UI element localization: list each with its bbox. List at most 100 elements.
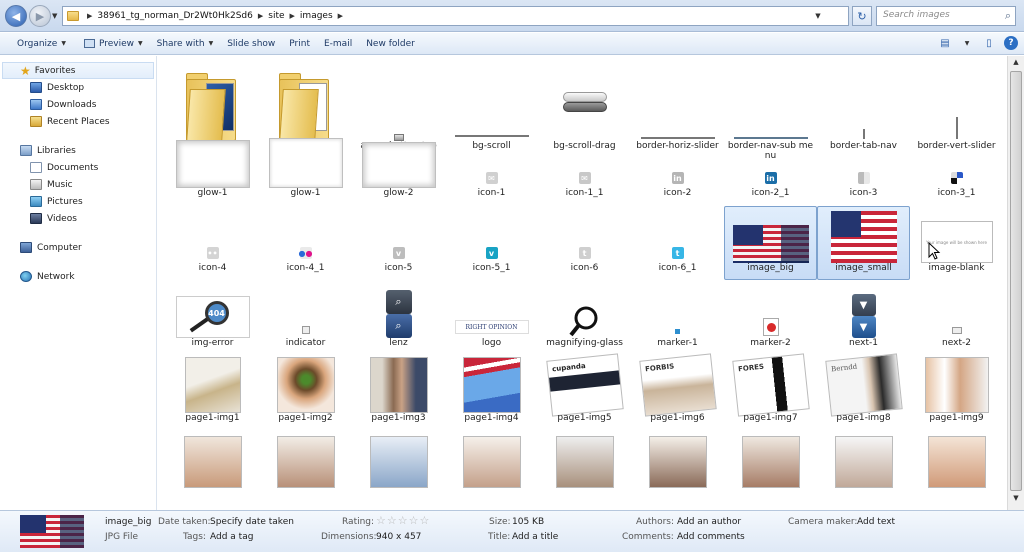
preview-pane-icon[interactable]: ▯: [982, 36, 996, 50]
file-item[interactable]: Berndd page1-img8: [817, 353, 910, 430]
nav-computer[interactable]: Computer: [0, 239, 156, 256]
file-item[interactable]: v icon-5_1: [445, 206, 538, 280]
file-item[interactable]: next-2: [910, 281, 1003, 355]
file-item[interactable]: •• icon-4: [166, 206, 259, 280]
file-item[interactable]: marker-1: [631, 281, 724, 355]
search-input[interactable]: Search images ⌕: [876, 6, 1016, 26]
file-item[interactable]: page1-img2: [259, 356, 352, 430]
file-item[interactable]: ⌕ ⌕ lenz: [352, 281, 445, 355]
file-item[interactable]: RIGHT OPINION logo: [445, 281, 538, 355]
scroll-thumb[interactable]: [1010, 71, 1022, 491]
file-item[interactable]: in icon-2: [631, 131, 724, 205]
preview-button[interactable]: Preview ▼: [77, 39, 150, 49]
nav-network[interactable]: Network: [0, 268, 156, 285]
new-folder-button[interactable]: New folder: [359, 39, 422, 49]
search-icon[interactable]: ⌕: [1005, 9, 1011, 23]
file-item[interactable]: in icon-2_1: [724, 131, 817, 205]
star-icon[interactable]: ☆: [420, 514, 431, 527]
title-field[interactable]: Add a title: [512, 532, 558, 542]
file-item[interactable]: Your image will be shown here image-blan…: [910, 206, 1003, 280]
file-item[interactable]: page1-img3: [352, 356, 445, 430]
file-item[interactable]: marker-2: [724, 281, 817, 355]
print-button[interactable]: Print: [282, 39, 317, 49]
refresh-button[interactable]: ↻: [852, 6, 872, 26]
chevron-down-icon[interactable]: ▼: [960, 36, 974, 50]
file-item[interactable]: ✉ icon-1_1: [538, 131, 631, 205]
comments-field[interactable]: Add comments: [677, 532, 745, 542]
nav-desktop[interactable]: Desktop: [0, 79, 156, 96]
slide-show-button[interactable]: Slide show: [220, 39, 282, 49]
file-item[interactable]: cupanda page1-img5: [538, 353, 631, 430]
file-name: icon-3: [849, 188, 878, 198]
nav-favorites[interactable]: ★ Favorites: [2, 62, 154, 79]
organize-button[interactable]: Organize ▼: [10, 39, 73, 49]
file-item-selected[interactable]: image_big: [724, 206, 817, 280]
file-item[interactable]: 404 img-error: [166, 281, 259, 355]
breadcrumb-folder[interactable]: 38961_tg_norman_Dr2Wt0Hk2Sd6: [94, 11, 255, 21]
recent-pages-dropdown[interactable]: ▼: [52, 12, 57, 20]
authors-field[interactable]: Add an author: [677, 517, 741, 527]
camera-maker-field[interactable]: Add text: [857, 517, 895, 527]
share-with-button[interactable]: Share with ▼: [150, 39, 221, 49]
file-item[interactable]: ● ● icon-4_1: [259, 206, 352, 280]
network-icon: [20, 271, 32, 282]
file-item[interactable]: [724, 431, 817, 505]
file-item[interactable]: icon-3_1: [910, 131, 1003, 205]
file-item[interactable]: indicator: [259, 281, 352, 355]
star-icon[interactable]: ☆: [387, 514, 398, 527]
nav-documents[interactable]: Documents: [0, 159, 156, 176]
file-item[interactable]: page1-img4: [445, 356, 538, 430]
file-item[interactable]: page1-img9: [910, 356, 1003, 430]
file-item[interactable]: [817, 431, 910, 505]
file-item[interactable]: FORES page1-img7: [724, 353, 817, 430]
star-icon[interactable]: ☆: [409, 514, 420, 527]
file-item[interactable]: glow-2: [352, 131, 445, 205]
file-item-selected[interactable]: image_small: [817, 206, 910, 280]
nav-videos[interactable]: Videos: [0, 210, 156, 227]
address-dropdown-icon[interactable]: ▼: [812, 7, 824, 25]
scroll-up-icon[interactable]: ▲: [1010, 58, 1022, 70]
forward-button[interactable]: ▶: [29, 5, 51, 27]
chevron-right-icon[interactable]: ▶: [288, 12, 297, 20]
star-icon[interactable]: ☆: [398, 514, 409, 527]
breadcrumb-site[interactable]: site: [265, 11, 287, 21]
file-item[interactable]: ✉ icon-1: [445, 131, 538, 205]
file-item[interactable]: [259, 431, 352, 505]
address-field[interactable]: ▶ 38961_tg_norman_Dr2Wt0Hk2Sd6 ▶ site ▶ …: [62, 6, 849, 26]
vertical-scrollbar[interactable]: ▲ ▼: [1007, 56, 1024, 510]
breadcrumb-images[interactable]: images: [297, 11, 336, 21]
star-icon[interactable]: ☆: [376, 514, 387, 527]
file-item[interactable]: v icon-5: [352, 206, 445, 280]
file-item[interactable]: [352, 431, 445, 505]
file-item[interactable]: [166, 431, 259, 505]
file-item[interactable]: [910, 431, 1003, 505]
file-item[interactable]: FORBIS page1-img6: [631, 353, 724, 430]
rating-stars[interactable]: ☆☆☆☆☆: [376, 514, 430, 527]
nav-libraries[interactable]: Libraries: [0, 142, 156, 159]
file-item[interactable]: magnifying-glass: [538, 281, 631, 355]
file-item[interactable]: glow-1: [259, 131, 352, 205]
file-item[interactable]: [445, 431, 538, 505]
date-taken-field[interactable]: Specify date taken: [210, 517, 294, 527]
file-item[interactable]: ▼ ▼ next-1: [817, 281, 910, 355]
file-item[interactable]: glow-1: [166, 131, 259, 205]
nav-recent-places[interactable]: Recent Places: [0, 113, 156, 130]
change-view-icon[interactable]: ▤: [938, 36, 952, 50]
file-item[interactable]: icon-3: [817, 131, 910, 205]
back-button[interactable]: ◀: [5, 5, 27, 27]
nav-music[interactable]: Music: [0, 176, 156, 193]
nav-downloads[interactable]: Downloads: [0, 96, 156, 113]
file-item[interactable]: t icon-6: [538, 206, 631, 280]
file-item[interactable]: page1-img1: [166, 356, 259, 430]
file-item[interactable]: [538, 431, 631, 505]
file-item[interactable]: t icon-6_1: [631, 206, 724, 280]
chevron-right-icon[interactable]: ▶: [256, 12, 265, 20]
chevron-right-icon[interactable]: ▶: [336, 12, 345, 20]
help-icon[interactable]: ?: [1004, 36, 1018, 50]
email-button[interactable]: E-mail: [317, 39, 359, 49]
nav-pictures[interactable]: Pictures: [0, 193, 156, 210]
chevron-right-icon[interactable]: ▶: [85, 12, 94, 20]
scroll-down-icon[interactable]: ▼: [1010, 494, 1022, 506]
tags-field[interactable]: Add a tag: [210, 532, 253, 542]
file-item[interactable]: [631, 431, 724, 505]
